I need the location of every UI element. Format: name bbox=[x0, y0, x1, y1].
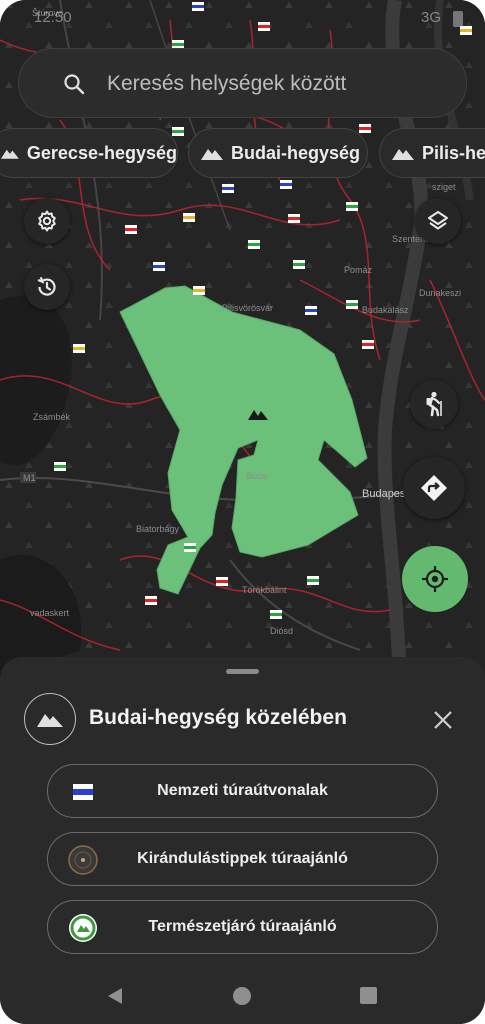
bottom-sheet[interactable]: Budai-hegység közelében Nemzeti túraútvo… bbox=[0, 657, 485, 1024]
chip-pilis[interactable]: Pilis-heg bbox=[379, 128, 485, 178]
kirandulastippek-button[interactable]: Kirándulástippek túraajánló bbox=[47, 832, 438, 886]
mountain-icon bbox=[1, 149, 19, 159]
layers-icon bbox=[428, 211, 448, 230]
mountain-icon bbox=[201, 149, 223, 160]
kirandulastippek-label: Kirándulástippek túraajánló bbox=[137, 850, 348, 867]
search-bar[interactable] bbox=[18, 48, 467, 118]
chip-label: Gerecse-hegység bbox=[26, 142, 177, 163]
sheet-drag-handle[interactable] bbox=[226, 669, 259, 674]
mountain-icon bbox=[37, 714, 63, 727]
search-icon bbox=[64, 74, 85, 95]
map-label-buda: Buda bbox=[246, 471, 267, 481]
search-input[interactable] bbox=[107, 69, 447, 99]
settings-button[interactable] bbox=[24, 198, 70, 244]
history-icon bbox=[37, 276, 56, 296]
map-label-pilisvorosvar: Pilisvörösvár bbox=[222, 303, 273, 313]
map-label-m1: M1 bbox=[23, 473, 36, 483]
mountain-icon bbox=[392, 149, 414, 160]
close-icon[interactable] bbox=[430, 707, 456, 733]
hiking-button[interactable] bbox=[410, 380, 458, 428]
history-button[interactable] bbox=[24, 264, 70, 310]
chip-label: Budai-hegység bbox=[231, 142, 361, 163]
termeszetjaro-logo-icon bbox=[68, 913, 98, 943]
national-trail-flag-icon bbox=[68, 777, 98, 807]
map-label-vadaskert: vadaskert bbox=[30, 608, 70, 618]
sheet-title: Budai-hegység közelében bbox=[89, 706, 347, 729]
national-trails-button[interactable]: Nemzeti túraútvonalak bbox=[47, 764, 438, 818]
map-label-diosd: Diósd bbox=[270, 626, 293, 636]
recent-apps-icon[interactable] bbox=[360, 987, 377, 1004]
layers-button[interactable] bbox=[415, 198, 461, 244]
gear-icon bbox=[38, 210, 56, 232]
map-label-pomaz: Pomáz bbox=[344, 265, 373, 275]
national-trails-label: Nemzeti túraútvonalak bbox=[157, 782, 328, 799]
chip-gerecse[interactable]: Gerecse-hegység bbox=[0, 128, 178, 178]
status-bar: 12:50 3G bbox=[0, 0, 485, 34]
status-time: 12:50 bbox=[34, 9, 72, 26]
locate-icon bbox=[422, 566, 448, 592]
home-icon[interactable] bbox=[233, 987, 251, 1005]
map-label-dunakeszi: Dunakeszi bbox=[419, 288, 461, 298]
directions-icon bbox=[421, 475, 447, 501]
chip-label: Pilis-heg bbox=[422, 142, 485, 163]
termeszetjaro-label: Természetjáró túraajánló bbox=[148, 918, 337, 935]
region-chips: Gerecse-hegység Budai-hegység Pilis-heg bbox=[0, 128, 485, 180]
system-nav-bar bbox=[0, 970, 485, 1024]
hiker-icon bbox=[426, 391, 442, 417]
chip-budai[interactable]: Budai-hegység bbox=[188, 128, 368, 178]
kirandulastippek-logo-icon bbox=[68, 845, 98, 875]
phone-screen: Štúrovo sziget Szentendre Pomáz Dunakesz… bbox=[0, 0, 485, 1024]
map-label-budapest: Budapest bbox=[362, 488, 408, 500]
status-network: 3G bbox=[420, 9, 441, 26]
map-label-zsambek: Zsámbék bbox=[33, 412, 71, 422]
map-label-budakalasz: Budakalász bbox=[362, 305, 409, 315]
battery-icon bbox=[453, 11, 463, 27]
region-mountain-badge bbox=[24, 693, 76, 745]
map-label-torokbalint: Törökbálint bbox=[242, 585, 287, 595]
back-icon[interactable] bbox=[106, 987, 124, 1005]
directions-button[interactable] bbox=[403, 457, 465, 519]
locate-button[interactable] bbox=[402, 546, 468, 612]
map-label-biatorbagy: Biatorbágy bbox=[136, 524, 180, 534]
map-label-sziget: sziget bbox=[432, 182, 456, 192]
termeszetjaro-button[interactable]: Természetjáró túraajánló bbox=[47, 900, 438, 954]
